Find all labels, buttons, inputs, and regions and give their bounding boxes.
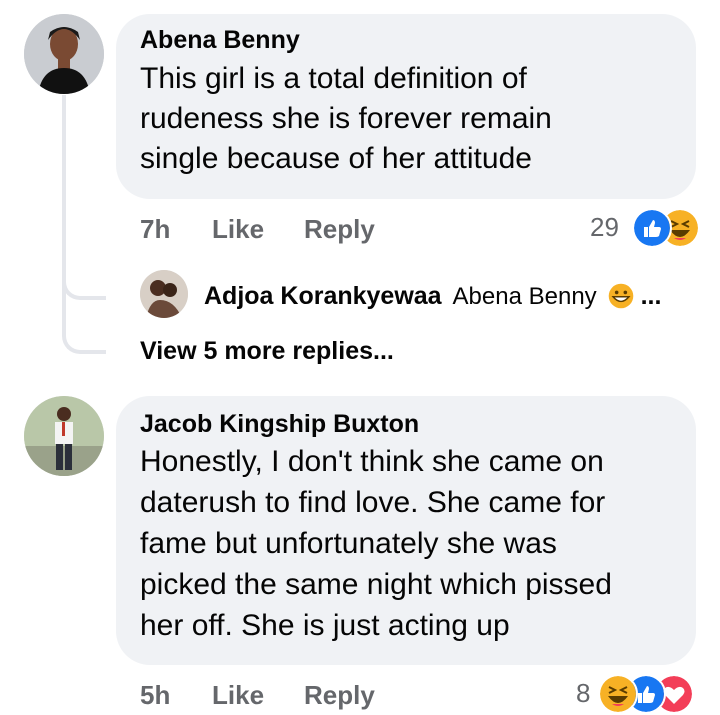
thread-elbow-view-more bbox=[62, 300, 106, 354]
reply-ellipsis: ... bbox=[640, 282, 662, 310]
reaction-summary[interactable]: 8 bbox=[576, 674, 706, 714]
comment-author[interactable]: Abena Benny bbox=[140, 26, 672, 55]
reaction-count: 29 bbox=[590, 212, 619, 242]
comment-line: rudeness she is forever remain bbox=[140, 102, 552, 135]
comment-line: her off. She is just acting up bbox=[140, 609, 510, 642]
like-icon bbox=[632, 208, 672, 248]
haha-icon bbox=[598, 674, 638, 714]
reaction-count: 8 bbox=[576, 678, 591, 708]
comment-line: picked the same night which pissed bbox=[140, 568, 612, 601]
thread-elbow-reply bbox=[62, 250, 106, 300]
comment-text: This girl is a total definition of ruden… bbox=[140, 59, 672, 179]
reply-button[interactable]: Reply bbox=[304, 214, 375, 245]
comment-line: This girl is a total definition of bbox=[140, 62, 527, 95]
grinning-emoji-icon bbox=[608, 283, 633, 309]
comment-time[interactable]: 7h bbox=[140, 214, 170, 245]
like-button[interactable]: Like bbox=[212, 214, 264, 245]
comment-line: Honestly, I don't think she came on bbox=[140, 445, 604, 478]
avatar-abena-benny[interactable] bbox=[24, 14, 104, 94]
comment-text: Honestly, I don't think she came on date… bbox=[140, 441, 672, 646]
avatar-jacob-kingship-buxton[interactable] bbox=[24, 396, 104, 476]
reaction-summary[interactable]: 29 bbox=[590, 208, 700, 248]
comment-line: fame but unfortunately she was bbox=[140, 527, 557, 560]
comment-line: daterush to find love. She came for bbox=[140, 486, 606, 519]
comment-line: single because of her attitude bbox=[140, 142, 532, 175]
view-more-replies-link[interactable]: View 5 more replies... bbox=[140, 337, 394, 366]
reply-author[interactable]: Adjoa Korankyewaa bbox=[204, 282, 442, 310]
reply-preview[interactable]: Adjoa Korankyewaa Abena Benny ... bbox=[204, 282, 661, 311]
avatar-adjoa-korankyewaa[interactable] bbox=[140, 270, 188, 318]
reply-text: Abena Benny bbox=[452, 283, 597, 310]
like-button[interactable]: Like bbox=[212, 680, 264, 711]
comment-time[interactable]: 5h bbox=[140, 680, 170, 711]
reply-button[interactable]: Reply bbox=[304, 680, 375, 711]
comment-author[interactable]: Jacob Kingship Buxton bbox=[140, 410, 672, 439]
comment-bubble: Jacob Kingship Buxton Honestly, I don't … bbox=[116, 396, 696, 665]
comment-bubble: Abena Benny This girl is a total definit… bbox=[116, 14, 696, 199]
